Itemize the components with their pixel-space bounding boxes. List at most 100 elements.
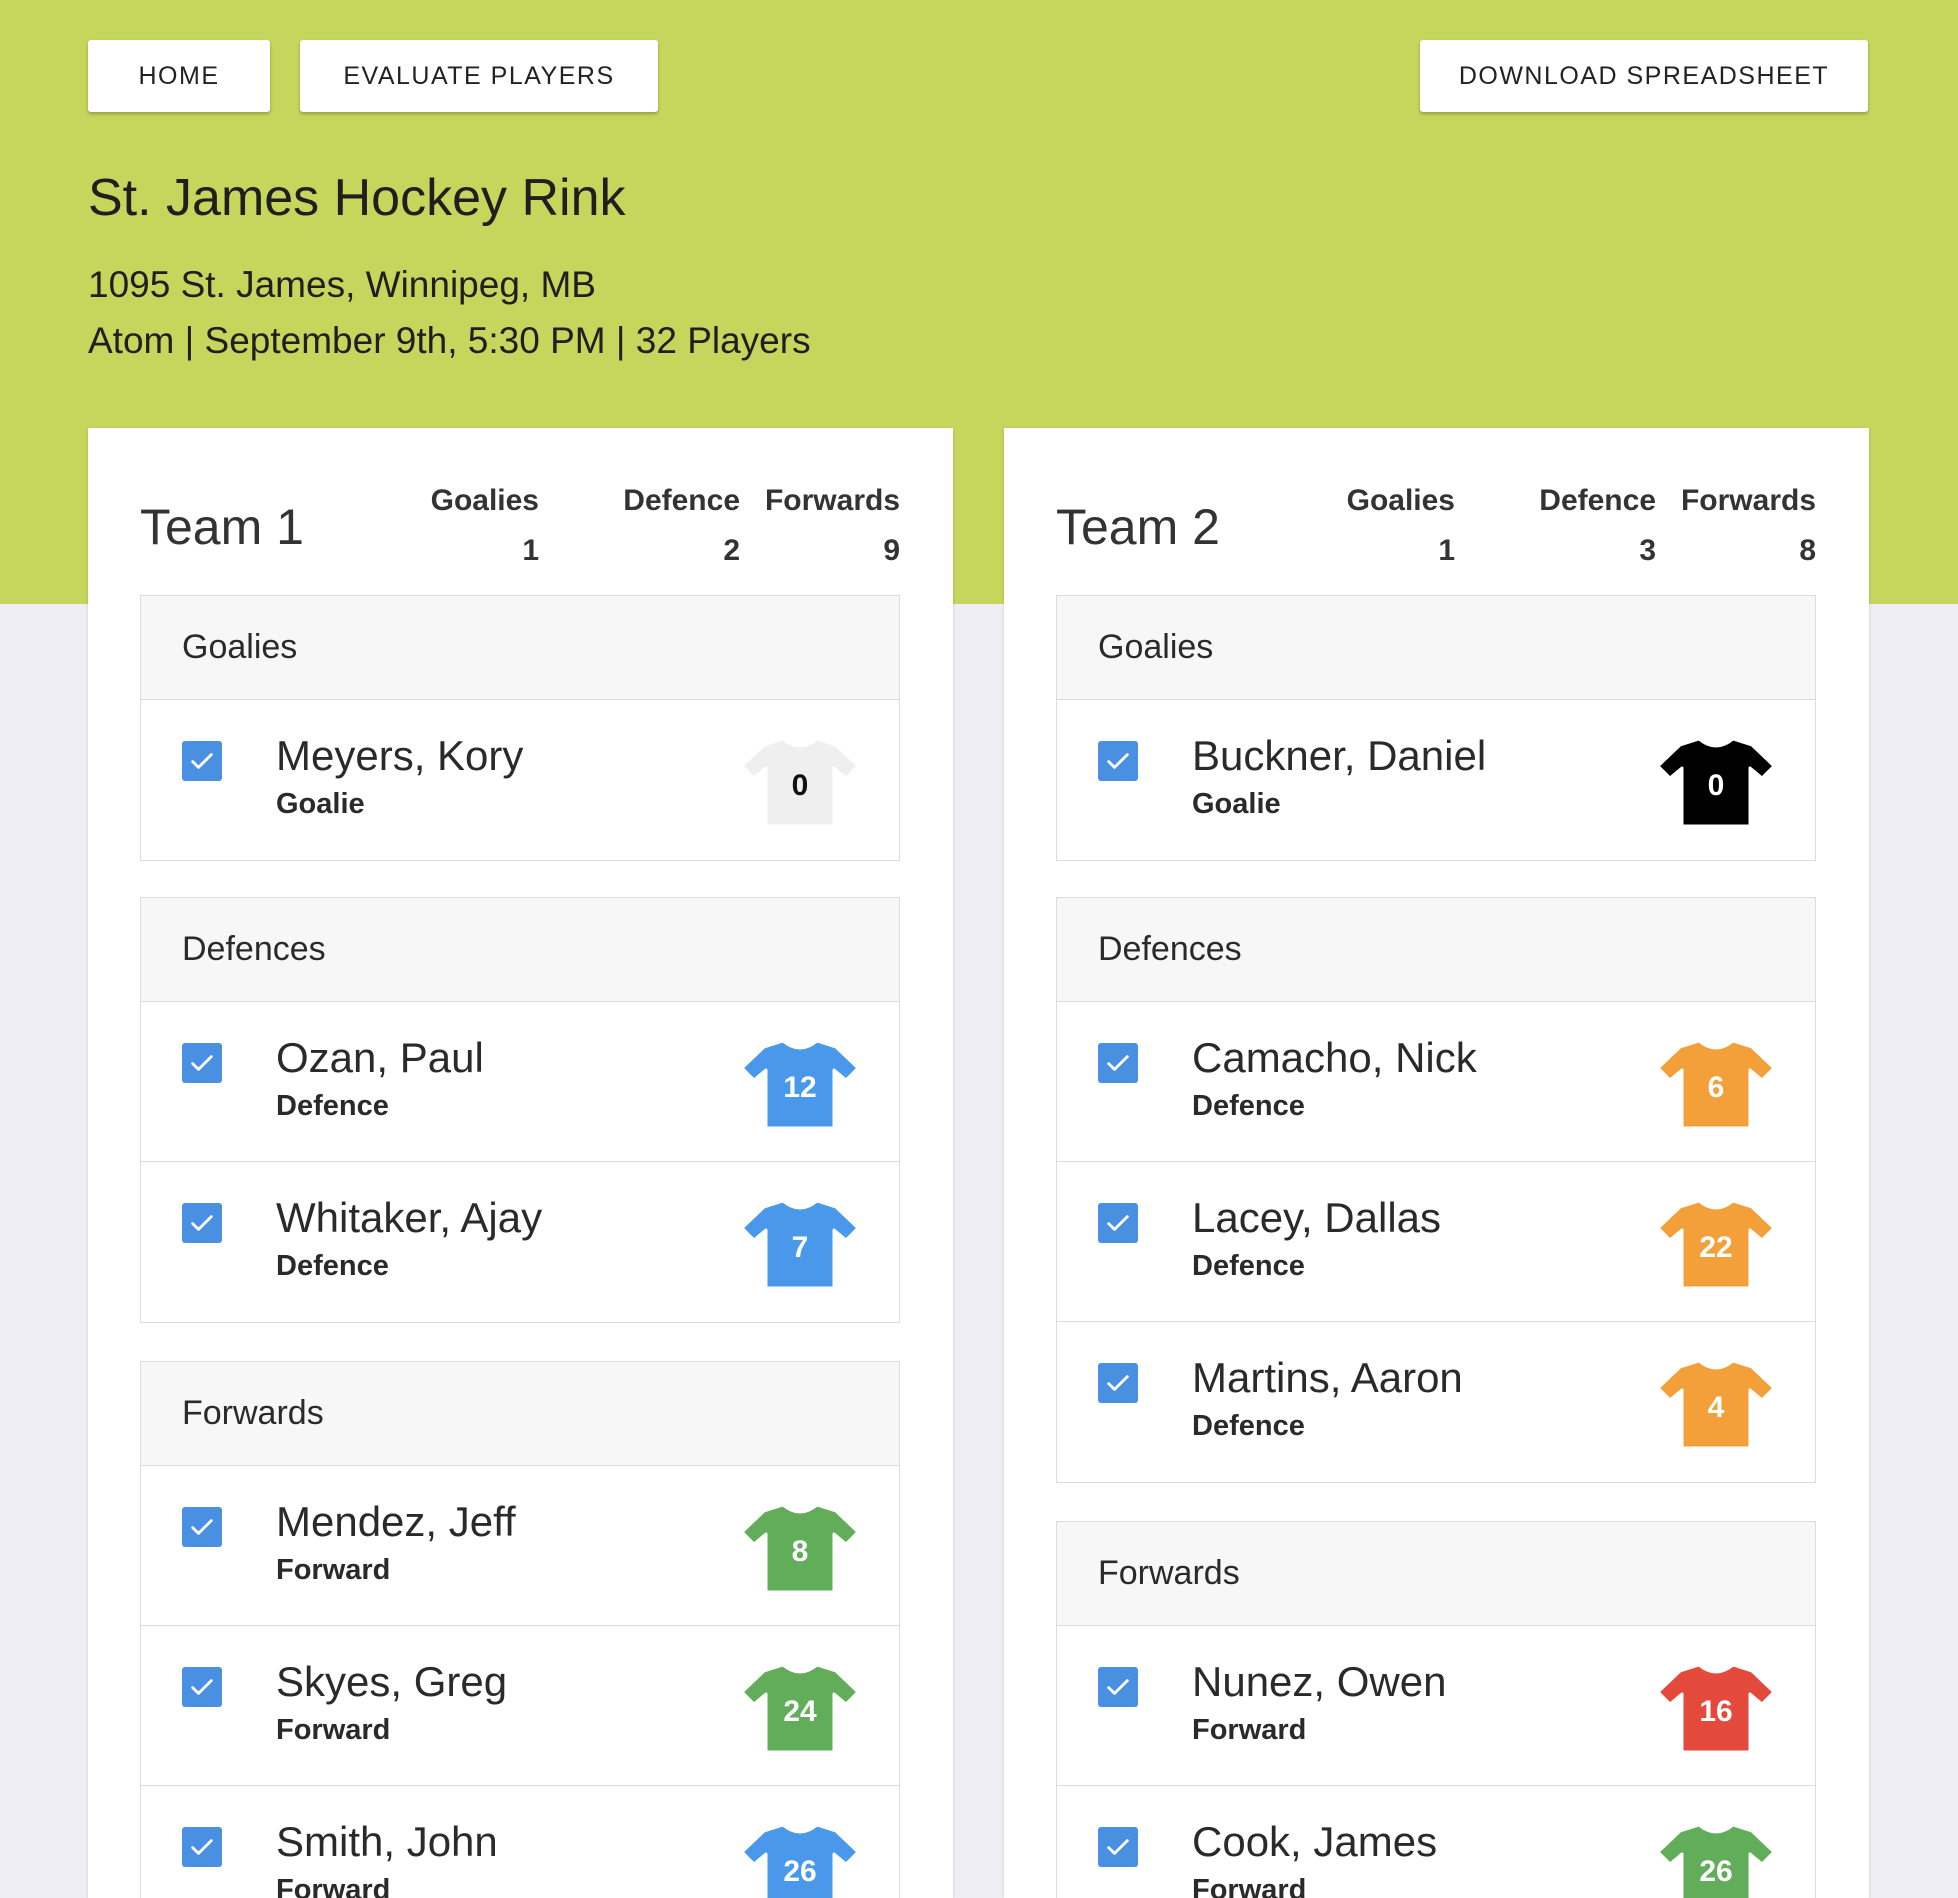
team-card-2: Team 2 Goalies 1 Defence 3 Forwards 8 Go… — [1004, 428, 1869, 1898]
player-checkbox[interactable] — [1098, 741, 1138, 781]
player-row[interactable]: Lacey, Dallas Defence 22 — [1057, 1162, 1815, 1322]
player-checkbox[interactable] — [1098, 1043, 1138, 1083]
jersey-icon: 7 — [738, 1195, 862, 1289]
jersey-number: 7 — [791, 1231, 809, 1264]
goalies-group: Goalies Meyers, Kory Goalie 0 — [140, 595, 900, 861]
player-name: Ozan, Paul — [276, 1034, 484, 1081]
jersey-number: 26 — [1699, 1855, 1733, 1888]
player-checkbox[interactable] — [1098, 1667, 1138, 1707]
check-icon — [191, 1679, 213, 1695]
check-icon — [191, 753, 213, 769]
defence-count-value: 2 — [723, 534, 740, 567]
check-icon — [1107, 753, 1129, 769]
download-spreadsheet-button[interactable]: DOWNLOAD SPREADSHEET — [1420, 40, 1868, 112]
player-checkbox[interactable] — [182, 1667, 222, 1707]
group-header: Forwards — [1057, 1522, 1815, 1626]
player-checkbox[interactable] — [182, 1203, 222, 1243]
player-name: Martins, Aaron — [1192, 1354, 1463, 1401]
player-checkbox[interactable] — [182, 741, 222, 781]
goalies-count: Goalies 1 — [1275, 484, 1455, 568]
goalies-count-label: Goalies — [1346, 484, 1455, 517]
player-row[interactable]: Martins, Aaron Defence 4 — [1057, 1322, 1815, 1482]
jersey-icon: 12 — [738, 1035, 862, 1129]
jersey-number: 6 — [1707, 1071, 1725, 1104]
forwards-count-value: 8 — [1799, 534, 1816, 567]
jersey-number: 24 — [783, 1695, 817, 1728]
goalies-count-value: 1 — [1438, 534, 1455, 567]
goalies-count-label: Goalies — [430, 484, 539, 517]
player-name: Whitaker, Ajay — [276, 1194, 543, 1241]
player-checkbox[interactable] — [182, 1507, 222, 1547]
defence-count-label: Defence — [1539, 484, 1656, 517]
player-row[interactable]: Whitaker, Ajay Defence 7 — [141, 1162, 899, 1322]
player-position: Defence — [1192, 1090, 1305, 1122]
player-checkbox[interactable] — [1098, 1203, 1138, 1243]
check-icon — [1107, 1375, 1129, 1391]
forwards-group: Forwards Nunez, Owen Forward 16 Cook, James… — [1056, 1521, 1816, 1898]
player-checkbox[interactable] — [182, 1827, 222, 1867]
check-icon — [1107, 1055, 1129, 1071]
group-header: Defences — [141, 898, 899, 1002]
jersey-icon: 0 — [1654, 733, 1778, 827]
player-row[interactable]: Skyes, Greg Forward 24 — [141, 1626, 899, 1786]
jersey-number: 0 — [1707, 769, 1725, 802]
team-title: Team 1 — [140, 499, 304, 555]
goalies-count-value: 1 — [522, 534, 539, 567]
team-title: Team 2 — [1056, 499, 1220, 555]
defence-count: Defence 3 — [1476, 484, 1656, 568]
player-position: Goalie — [276, 788, 365, 820]
player-position: Forward — [276, 1714, 391, 1746]
defences-group: Defences Camacho, Nick Defence 6 Lacey, Dal… — [1056, 897, 1816, 1483]
venue-name: St. James Hockey Rink — [88, 169, 626, 227]
team-card-1: Team 1 Goalies 1 Defence 2 Forwards 9 Go… — [88, 428, 953, 1898]
forwards-count-value: 9 — [883, 534, 900, 567]
check-icon — [191, 1055, 213, 1071]
jersey-icon: 24 — [738, 1659, 862, 1753]
forwards-count-label: Forwards — [1680, 484, 1816, 517]
player-position: Defence — [1192, 1410, 1305, 1442]
group-header: Goalies — [141, 596, 899, 700]
player-position: Forward — [1192, 1714, 1307, 1746]
player-position: Defence — [276, 1250, 389, 1282]
player-row[interactable]: Camacho, Nick Defence 6 — [1057, 1002, 1815, 1162]
evaluate-players-button[interactable]: EVALUATE PLAYERS — [300, 40, 658, 112]
jersey-icon: 26 — [1654, 1819, 1778, 1898]
player-checkbox[interactable] — [1098, 1827, 1138, 1867]
player-row[interactable]: Meyers, Kory Goalie 0 — [141, 700, 899, 860]
home-button[interactable]: HOME — [88, 40, 270, 112]
player-row[interactable]: Smith, John Forward 26 — [141, 1786, 899, 1898]
jersey-icon: 8 — [738, 1499, 862, 1593]
player-name: Camacho, Nick — [1192, 1034, 1477, 1081]
player-name: Smith, John — [276, 1818, 498, 1865]
jersey-icon: 22 — [1654, 1195, 1778, 1289]
player-row[interactable]: Nunez, Owen Forward 16 — [1057, 1626, 1815, 1786]
goalies-count: Goalies 1 — [359, 484, 539, 568]
player-checkbox[interactable] — [1098, 1363, 1138, 1403]
venue-address: 1095 St. James, Winnipeg, MB — [88, 264, 596, 305]
player-name: Cook, James — [1192, 1818, 1438, 1865]
player-row[interactable]: Cook, James Forward 26 — [1057, 1786, 1815, 1898]
jersey-icon: 26 — [738, 1819, 862, 1898]
check-icon — [1107, 1215, 1129, 1231]
defences-group: Defences Ozan, Paul Defence 12 Whitaker, Aj… — [140, 897, 900, 1323]
player-row[interactable]: Mendez, Jeff Forward 8 — [141, 1466, 899, 1626]
player-name: Mendez, Jeff — [276, 1498, 516, 1545]
forwards-count: Forwards 8 — [1636, 484, 1816, 568]
check-icon — [1107, 1839, 1129, 1855]
jersey-icon: 0 — [738, 733, 862, 827]
player-position: Forward — [276, 1554, 391, 1586]
jersey-number: 16 — [1699, 1695, 1733, 1728]
check-icon — [191, 1215, 213, 1231]
group-header: Forwards — [141, 1362, 899, 1466]
player-position: Defence — [276, 1090, 389, 1122]
defence-count: Defence 2 — [560, 484, 740, 568]
player-position: Defence — [1192, 1250, 1305, 1282]
player-row[interactable]: Ozan, Paul Defence 12 — [141, 1002, 899, 1162]
player-position: Forward — [276, 1874, 391, 1898]
defence-count-value: 3 — [1639, 534, 1656, 567]
forwards-count: Forwards 9 — [720, 484, 900, 568]
player-name: Skyes, Greg — [276, 1658, 508, 1705]
player-checkbox[interactable] — [182, 1043, 222, 1083]
check-icon — [191, 1519, 213, 1535]
player-row[interactable]: Buckner, Daniel Goalie 0 — [1057, 700, 1815, 860]
